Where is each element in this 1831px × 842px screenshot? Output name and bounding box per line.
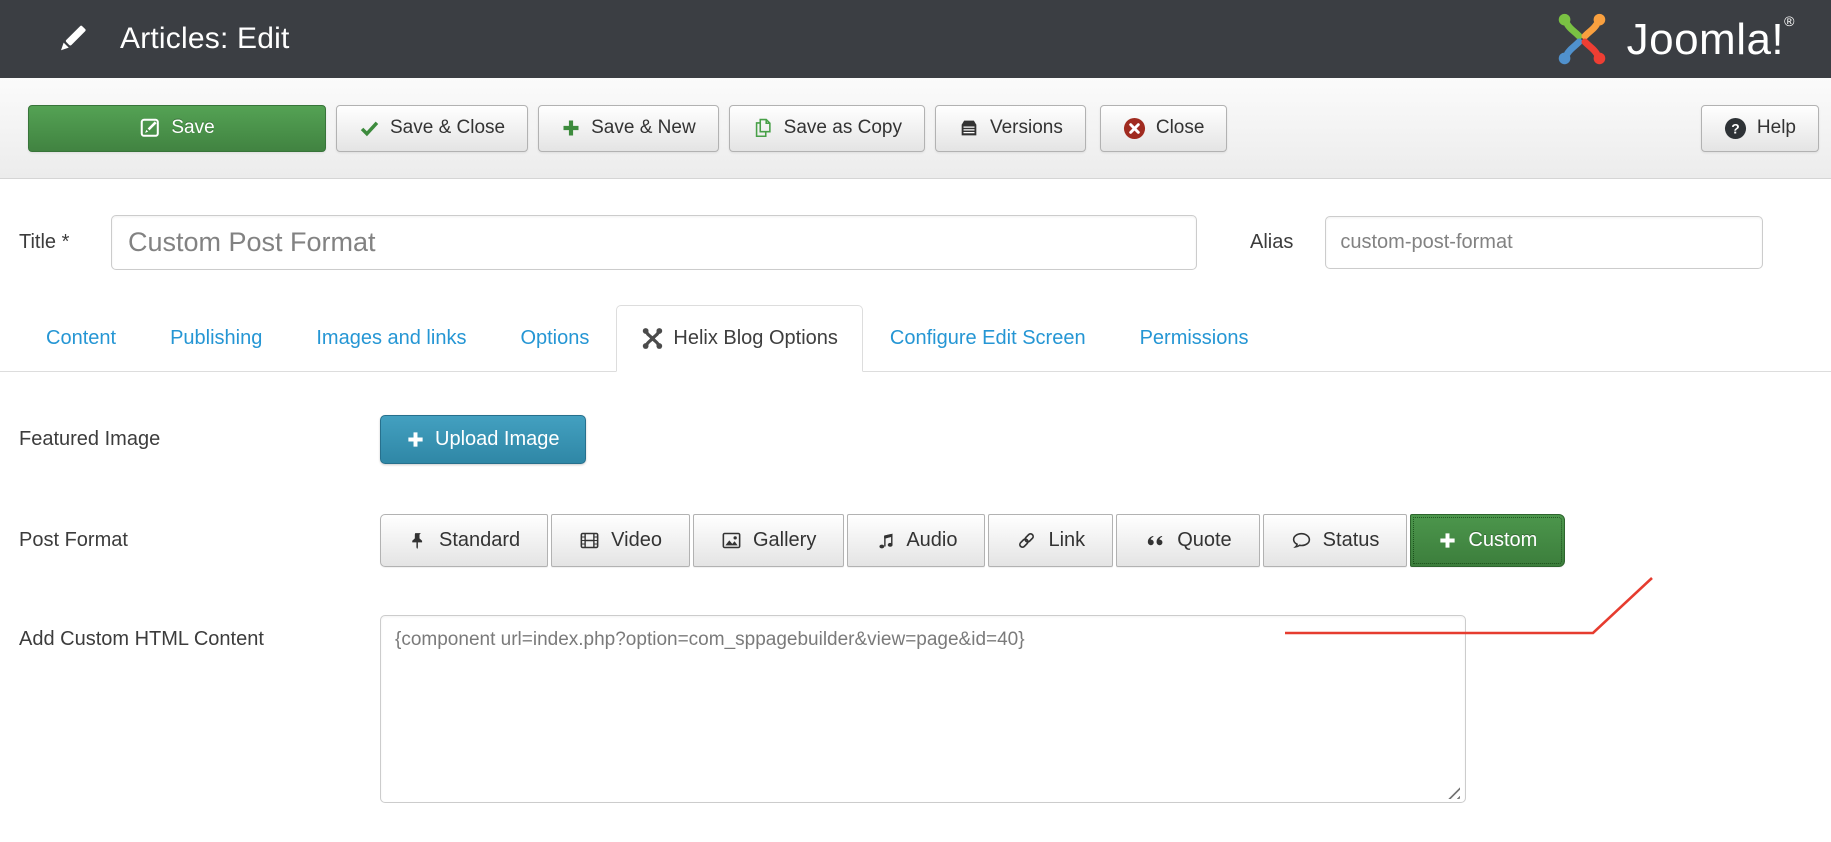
copy-icon — [752, 117, 774, 139]
post-format-custom-button[interactable]: Custom — [1410, 514, 1565, 567]
image-icon — [721, 530, 742, 551]
tab-helix-label: Helix Blog Options — [673, 327, 838, 350]
featured-image-label: Featured Image — [19, 415, 380, 451]
upload-image-label: Upload Image — [435, 428, 560, 451]
help-icon: ? — [1724, 117, 1747, 140]
speech-bubble-icon — [1291, 530, 1312, 551]
custom-html-textarea[interactable]: {component url=index.php?option=com_sppa… — [380, 615, 1466, 803]
chain-link-icon — [1016, 530, 1037, 551]
save-button[interactable]: Save — [28, 105, 326, 152]
close-label: Close — [1156, 117, 1205, 139]
plus-icon — [406, 430, 425, 449]
brand-wordmark: Joomla!® — [1627, 13, 1795, 65]
tab-content[interactable]: Content — [19, 305, 143, 371]
featured-image-row: Featured Image Upload Image — [19, 415, 586, 464]
post-format-audio-label: Audio — [906, 529, 957, 552]
custom-html-label: Add Custom HTML Content — [19, 615, 380, 651]
joomla-glyph-icon — [641, 327, 664, 350]
post-format-standard-label: Standard — [439, 529, 520, 552]
page-title: Articles: Edit — [120, 22, 290, 56]
post-format-link-button[interactable]: Link — [988, 514, 1113, 567]
post-format-audio-button[interactable]: Audio — [847, 514, 985, 567]
post-format-label: Post Format — [19, 514, 380, 552]
save-and-new-button[interactable]: Save & New — [538, 105, 719, 152]
post-format-standard-button[interactable]: Standard — [380, 514, 548, 567]
title-label: Title * — [19, 231, 111, 254]
topbar-title-group: Articles: Edit — [0, 21, 290, 57]
post-format-custom-label: Custom — [1468, 529, 1537, 552]
check-icon — [359, 118, 380, 139]
post-format-group: Standard Video — [380, 514, 1565, 567]
save-and-close-label: Save & Close — [390, 117, 505, 139]
custom-html-textarea-wrap: {component url=index.php?option=com_sppa… — [380, 615, 1466, 808]
post-format-video-label: Video — [611, 529, 662, 552]
alias-label: Alias — [1250, 231, 1293, 254]
joomla-logo-icon — [1551, 8, 1613, 70]
help-button[interactable]: ? Help — [1701, 105, 1819, 152]
custom-html-row: Add Custom HTML Content {component url=i… — [19, 615, 1466, 808]
versions-label: Versions — [990, 117, 1063, 139]
upload-image-button[interactable]: Upload Image — [380, 415, 586, 464]
post-format-status-button[interactable]: Status — [1263, 514, 1408, 567]
post-format-status-label: Status — [1323, 529, 1380, 552]
pushpin-icon — [408, 531, 428, 551]
pencil-icon — [54, 21, 90, 57]
close-circle-icon — [1123, 117, 1146, 140]
tab-permissions[interactable]: Permissions — [1113, 305, 1276, 371]
post-format-link-label: Link — [1048, 529, 1085, 552]
title-alias-row: Title * Alias — [19, 215, 1763, 270]
quote-icon — [1144, 530, 1166, 552]
post-format-quote-button[interactable]: Quote — [1116, 514, 1259, 567]
tab-configure-edit-screen[interactable]: Configure Edit Screen — [863, 305, 1113, 371]
versions-button[interactable]: Versions — [935, 105, 1086, 152]
alias-input[interactable] — [1325, 216, 1763, 269]
title-input[interactable] — [111, 215, 1197, 270]
joomla-brand: Joomla!® — [1551, 8, 1831, 70]
svg-text:?: ? — [1731, 120, 1739, 136]
plus-icon — [561, 118, 581, 138]
versions-icon — [958, 117, 980, 139]
save-and-new-label: Save & New — [591, 117, 696, 139]
post-format-gallery-button[interactable]: Gallery — [693, 514, 844, 567]
save-icon — [139, 117, 161, 139]
registered-mark: ® — [1784, 13, 1795, 29]
help-label: Help — [1757, 117, 1796, 139]
post-format-video-button[interactable]: Video — [551, 514, 690, 567]
articles-edit-page: Articles: Edit Joomla!® — [0, 0, 1831, 842]
post-format-quote-label: Quote — [1177, 529, 1231, 552]
topbar: Articles: Edit Joomla!® — [0, 0, 1831, 78]
close-button[interactable]: Close — [1100, 105, 1228, 152]
post-format-gallery-label: Gallery — [753, 529, 816, 552]
tab-images-and-links[interactable]: Images and links — [289, 305, 493, 371]
edit-tabs: Content Publishing Images and links Opti… — [0, 305, 1831, 372]
film-icon — [579, 530, 600, 551]
save-as-copy-label: Save as Copy — [784, 117, 902, 139]
post-format-row: Post Format Standard Vid — [19, 514, 1565, 567]
tab-publishing[interactable]: Publishing — [143, 305, 289, 371]
tab-helix-blog-options[interactable]: Helix Blog Options — [616, 305, 863, 372]
tab-options[interactable]: Options — [493, 305, 616, 371]
plus-icon — [1438, 531, 1457, 550]
save-label: Save — [171, 117, 214, 139]
save-and-close-button[interactable]: Save & Close — [336, 105, 528, 152]
music-note-icon — [875, 531, 895, 551]
toolbar: Save Save & Close Save & New — [0, 78, 1831, 179]
save-as-copy-button[interactable]: Save as Copy — [729, 105, 925, 152]
